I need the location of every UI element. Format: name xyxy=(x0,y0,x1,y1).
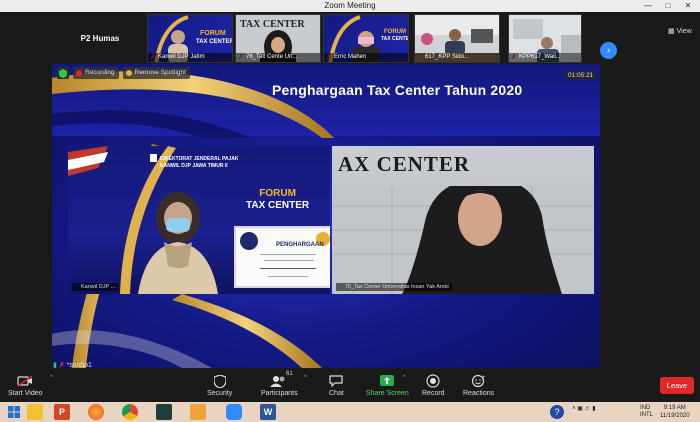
security-button[interactable]: Security xyxy=(207,373,232,397)
svg-text:TAX CENTER: TAX CENTER xyxy=(240,19,305,30)
award-certificate: PENGHARGAAN xyxy=(234,226,330,288)
participant-thumb[interactable]: ✗ 617_KPP Sido... xyxy=(414,14,500,63)
participants-chevron-icon[interactable]: ^ xyxy=(304,375,307,381)
certificate-seal-icon xyxy=(240,232,258,250)
chat-button[interactable]: Chat xyxy=(329,373,344,397)
file-explorer-icon[interactable] xyxy=(27,404,43,420)
security-shield-icon[interactable] xyxy=(57,67,69,79)
leave-button[interactable]: Leave xyxy=(660,377,694,394)
participants-count: 61 xyxy=(286,371,293,377)
participant-name: KPP617_Wali... xyxy=(509,53,581,62)
word-icon[interactable]: W xyxy=(260,404,276,420)
slide-title: Penghargaan Tax Center Tahun 2020 xyxy=(272,82,523,98)
host-name: P2 Humas xyxy=(80,33,120,43)
remove-spotlight-button[interactable]: Remove Spotlight xyxy=(122,67,190,79)
firefox-icon[interactable] xyxy=(88,404,104,420)
network-icon[interactable]: ▣ xyxy=(577,406,583,412)
battery-icon[interactable]: ▮ xyxy=(592,406,595,412)
record-icon xyxy=(422,373,445,389)
participant-strip: P2 Humas FORUM TAX CENTER ✗ Kanwil DJP J… xyxy=(0,12,700,64)
certificate-title: PENGHARGAAN xyxy=(276,242,324,248)
windows-taskbar: P W ? ˄ ▣ ♬ ▮ IND INTL 9:19 AM 11/19/202… xyxy=(0,402,700,422)
view-grid-icon: ▦ xyxy=(668,28,675,35)
svg-text:TAX CENTER: TAX CENTER xyxy=(196,39,233,45)
powerpoint-icon[interactable]: P xyxy=(54,404,70,420)
close-icon[interactable]: ✕ xyxy=(678,0,698,12)
speaker-name-tag: 76_Tax Center Universitas Insan Yak Ambi xyxy=(336,283,452,291)
main-stage: Penghargaan Tax Center Tahun 2020 Record… xyxy=(0,64,700,369)
start-video-button[interactable]: Start Video xyxy=(8,373,43,397)
help-icon[interactable]: ? xyxy=(550,405,564,419)
participant-name: Erric Mahen xyxy=(324,53,408,62)
view-button[interactable]: ▦ View xyxy=(668,27,692,35)
studio-label: ▮ ✗ *studio1 xyxy=(53,362,92,369)
host-tile[interactable]: P2 Humas xyxy=(55,14,145,62)
video-off-icon xyxy=(8,373,43,389)
tray-icons[interactable]: ˄ ▣ ♬ ▮ xyxy=(572,405,596,412)
muted-mic-icon: ✗ xyxy=(58,362,65,369)
window-titlebar: Zoom Meeting — □ ✕ xyxy=(0,0,700,12)
shield-icon xyxy=(207,373,232,389)
participant-thumb[interactable]: FORUM TAX CENTER ✗ Erric Mahen xyxy=(323,14,409,63)
share-options-chevron-icon[interactable]: ^ xyxy=(403,375,406,381)
smiley-plus-icon: + xyxy=(463,373,494,389)
participant-thumb[interactable]: FORUM TAX CENTER ✗ Kanwil DJP Jatim xyxy=(147,14,233,63)
next-page-arrow-icon[interactable]: › xyxy=(600,42,617,59)
volume-icon[interactable]: ♬ xyxy=(585,406,591,412)
record-dot-icon xyxy=(76,70,82,76)
chevron-up-icon[interactable]: ˄ xyxy=(572,406,576,412)
participant-thumb[interactable]: TAX CENTER ✗ 76_Tax Cente Un... xyxy=(235,14,321,63)
participant-name: 76_Tax Cente Un... xyxy=(236,53,320,62)
window-title: Zoom Meeting xyxy=(324,1,376,10)
svg-text:FORUM: FORUM xyxy=(200,30,226,37)
svg-text:TAX CENTER: TAX CENTER xyxy=(381,36,409,42)
media-player-icon[interactable] xyxy=(190,404,206,420)
recording-indicator[interactable]: Recording xyxy=(73,67,119,79)
keyboard-language[interactable]: IND INTL xyxy=(640,405,653,419)
meeting-timer: 01:05:21 xyxy=(565,71,597,80)
reactions-button[interactable]: + Reactions xyxy=(463,373,494,397)
zoom-app-icon[interactable] xyxy=(226,404,242,420)
speaker-name-tag: Kanwil DJP ... xyxy=(72,283,119,291)
chat-bubble-icon xyxy=(329,373,344,389)
speaker-video-right[interactable]: AX CENTER 76_Tax Center Universitas Insa… xyxy=(332,146,594,294)
windows-start-icon[interactable] xyxy=(6,404,22,420)
org-name: DIREKTORAT JENDERAL PAJAK KANWIL DJP JAW… xyxy=(160,156,239,169)
chrome-icon[interactable] xyxy=(122,404,138,420)
system-clock[interactable]: 9:19 AM 11/19/2020 xyxy=(660,404,690,420)
participant-name: Kanwil DJP Jatim xyxy=(148,53,232,62)
record-button[interactable]: Record xyxy=(422,373,445,397)
spotlight-pin-icon xyxy=(125,70,132,76)
wall-sign-text: AX CENTER xyxy=(338,152,471,176)
right-video-scene xyxy=(332,186,594,294)
speaker-video-left[interactable]: DIREKTORAT JENDERAL PAJAK KANWIL DJP JAW… xyxy=(68,146,330,294)
signal-bars-icon: ▮ xyxy=(53,362,57,369)
video-options-chevron-icon[interactable]: ^ xyxy=(50,375,53,381)
maximize-icon[interactable]: □ xyxy=(658,0,678,12)
svg-text:FORUM: FORUM xyxy=(384,29,406,35)
svg-text:+: + xyxy=(482,375,486,381)
meeting-toolbar: Start Video ^ Security Participants 61 ^… xyxy=(0,369,700,402)
participant-name: 617_KPP Sido... xyxy=(415,53,499,62)
participant-thumb[interactable]: ✗ KPP617_Wali... xyxy=(508,14,582,63)
minimize-icon[interactable]: — xyxy=(638,0,658,12)
app-icon[interactable] xyxy=(156,404,172,420)
forum-tax-center-logo: FORUM TAX CENTER xyxy=(246,188,310,211)
